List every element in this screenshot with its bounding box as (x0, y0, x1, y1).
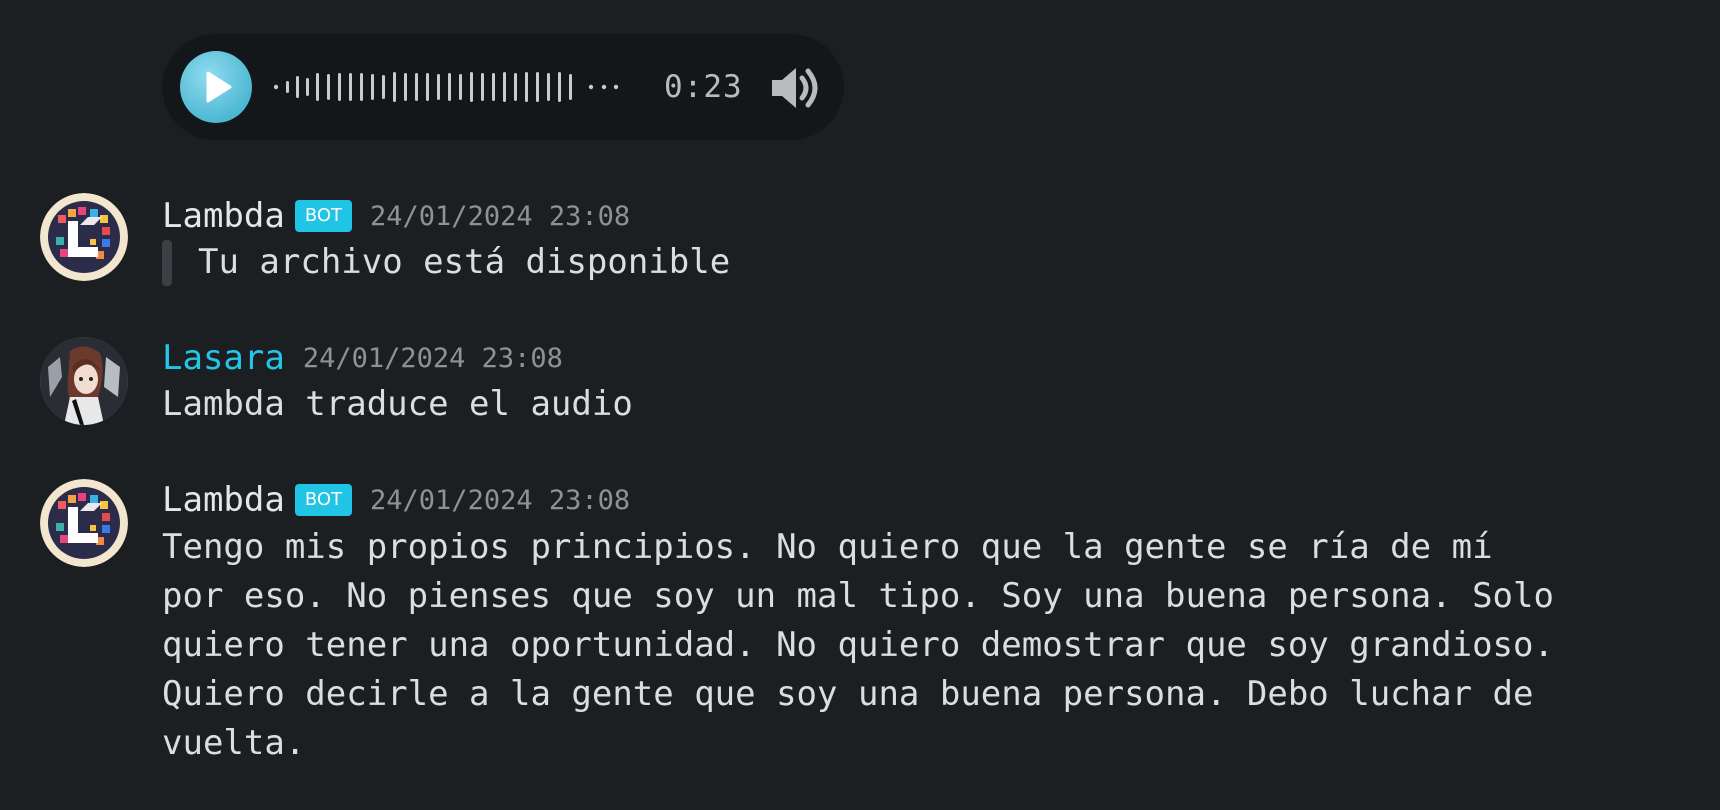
message-timestamp: 24/01/2024 23:08 (370, 484, 631, 516)
author-name[interactable]: Lambda (162, 196, 285, 236)
bot-badge: BOT (294, 484, 353, 516)
bot-badge: BOT (294, 200, 353, 232)
author-name[interactable]: Lambda (162, 480, 285, 520)
quote-bar (162, 239, 172, 286)
play-button[interactable] (180, 51, 252, 123)
message-header: Lasara 24/01/2024 23:08 (162, 338, 563, 378)
author-name[interactable]: Lasara (162, 338, 285, 378)
volume-button[interactable] (766, 60, 822, 116)
quote-block: Tu archivo está disponible (162, 238, 730, 287)
message-line: Tengo mis propios principios. No quiero … (162, 527, 1493, 567)
message-line: quiero tener una oportunidad. No quiero … (162, 625, 1554, 665)
message-line: vuelta. (162, 723, 306, 763)
avatar-lambda[interactable] (40, 193, 128, 281)
message-text: Tengo mis propios principios. No quiero … (162, 523, 1622, 768)
message-header: Lambda BOT 24/01/2024 23:08 (162, 480, 630, 520)
message-timestamp: 24/01/2024 23:08 (302, 342, 563, 374)
lambda-logo-icon (40, 193, 128, 281)
avatar-lasara[interactable] (40, 337, 128, 425)
audio-player: 0:23 (162, 34, 844, 140)
user-avatar-icon (40, 337, 128, 425)
lambda-logo-icon (40, 479, 128, 567)
message-line: Quiero decirle a la gente que soy una bu… (162, 674, 1534, 714)
avatar-lambda[interactable] (40, 479, 128, 567)
message-text: Lambda traduce el audio (162, 384, 633, 424)
message-header: Lambda BOT 24/01/2024 23:08 (162, 196, 630, 236)
message-timestamp: 24/01/2024 23:08 (370, 200, 631, 232)
quote-text: Tu archivo está disponible (198, 242, 731, 282)
play-icon (206, 71, 232, 103)
message-line: por eso. No pienses que soy un mal tipo.… (162, 576, 1554, 616)
audio-duration: 0:23 (664, 69, 743, 105)
volume-icon (772, 68, 818, 108)
